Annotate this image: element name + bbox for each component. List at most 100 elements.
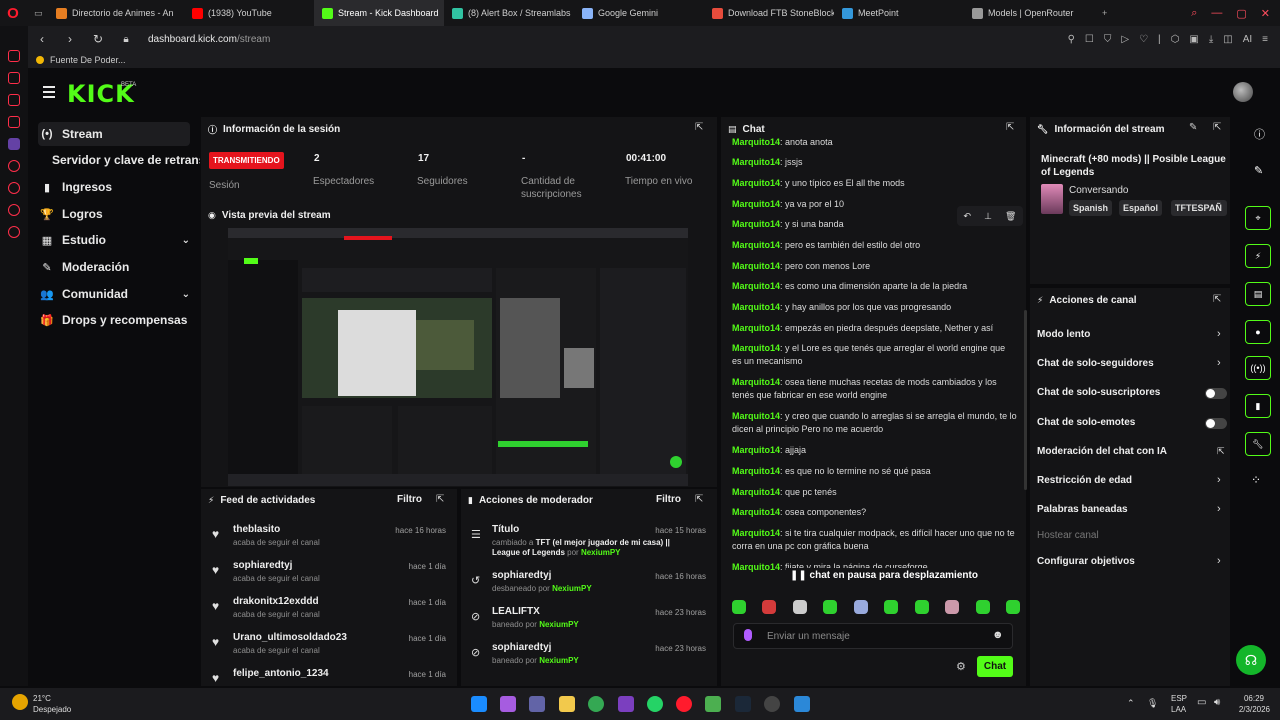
settings-icon[interactable] <box>8 226 20 238</box>
streaminfo-popout-icon[interactable]: ⇱ <box>1213 122 1221 133</box>
browser-tab[interactable]: ▭ <box>26 0 48 26</box>
chat-username[interactable]: Marquito14 <box>732 507 780 517</box>
weather-desc[interactable]: Despejado <box>33 705 71 714</box>
hamburger-menu-icon[interactable] <box>43 86 55 101</box>
chevron-right-icon[interactable]: › <box>1217 503 1221 515</box>
steam-icon[interactable] <box>735 696 751 712</box>
ai-label[interactable]: AI <box>1243 34 1252 45</box>
close-icon[interactable]: ✕ <box>1261 7 1270 20</box>
chat-username[interactable]: Marquito14 <box>732 487 780 497</box>
maximize-icon[interactable]: ▢ <box>1236 7 1246 20</box>
chat-username[interactable]: Marquito14 <box>732 411 780 421</box>
opera-logo-icon[interactable]: O <box>0 0 26 26</box>
info-icon[interactable]: ⓘ <box>1254 126 1265 142</box>
tools-button[interactable]: 🔧︎ <box>1245 432 1271 456</box>
browser-tab[interactable]: Stream - Kick Dashboard <box>314 0 444 26</box>
chat-username[interactable]: Marquito14 <box>732 343 780 353</box>
sidebar-item-revenue[interactable]: ▮ Ingresos <box>38 175 190 199</box>
browser-tab[interactable]: Download FTB StoneBlock <box>704 0 834 26</box>
chat-message[interactable]: Marquito14: osea tiene muchas recetas de… <box>732 376 1017 402</box>
emote-item[interactable] <box>1005 600 1020 614</box>
feed-username[interactable]: Urano_ultimosoldado23 <box>233 632 347 643</box>
feed-username[interactable]: drakonitx12exddd <box>233 596 319 607</box>
sidebar-item-community[interactable]: 👥 Comunidad ⌄ <box>38 282 190 306</box>
delete-icon[interactable]: 🗑︎ <box>1005 211 1016 222</box>
chat-username[interactable]: Marquito14 <box>732 178 780 188</box>
channel-action[interactable]: Chat de solo-seguidores <box>1037 358 1154 369</box>
search-icon[interactable]: ⌕ <box>1191 7 1197 20</box>
menu-icon[interactable]: ≡ <box>1262 34 1268 45</box>
chat-message[interactable]: Marquito14: es como una dimensión aparte… <box>732 280 1017 293</box>
messenger-icon[interactable] <box>8 50 20 62</box>
chat-message[interactable]: Marquito14: pero es también del estilo d… <box>732 239 1017 252</box>
chat-username[interactable]: Marquito14 <box>732 199 780 209</box>
chat-username[interactable]: Marquito14 <box>732 466 780 476</box>
pencil-icon[interactable]: ✎ <box>1254 164 1263 177</box>
chat-username[interactable]: Marquito14 <box>732 261 780 271</box>
app-icon[interactable] <box>794 696 810 712</box>
mod-action-title[interactable]: sophiaredtyj <box>492 570 551 581</box>
chat-message[interactable]: Marquito14: pero con menos Lore <box>732 260 1017 273</box>
chat-username[interactable]: Marquito14 <box>732 528 780 538</box>
shield-icon[interactable]: ⛉ <box>1104 34 1112 45</box>
bolt-button[interactable]: ⚡ <box>1245 244 1271 268</box>
whatsapp-icon[interactable] <box>647 696 663 712</box>
feed-popout-icon[interactable]: ⇱ <box>436 494 444 505</box>
language-code[interactable]: ESP <box>1171 694 1187 703</box>
popout-icon[interactable]: ⇱ <box>695 122 703 133</box>
chat-message[interactable]: Marquito14: y creo que cuando lo arregla… <box>732 410 1017 436</box>
sidebar-item-stream[interactable]: (•) Stream <box>38 122 190 146</box>
camera-button[interactable]: ⌖ <box>1245 206 1271 230</box>
chat-username[interactable]: Marquito14 <box>732 138 780 147</box>
play-icon[interactable]: ▷ <box>1121 34 1129 45</box>
chat-message[interactable]: Marquito14: y hay anillos por los que va… <box>732 301 1017 314</box>
mic-tray-icon[interactable]: 🎙︎ <box>1147 698 1158 709</box>
moderation-button[interactable]: ▮ <box>1245 394 1271 418</box>
emote-item[interactable] <box>853 600 868 614</box>
channel-popout-icon[interactable]: ⇱ <box>1213 294 1221 305</box>
emote-item[interactable] <box>762 600 777 614</box>
edit-icon[interactable]: ✎ <box>1189 122 1197 133</box>
back-icon[interactable]: ‹ <box>34 32 50 46</box>
channel-action[interactable]: Palabras baneadas <box>1037 504 1128 515</box>
chat-message[interactable]: Marquito14: es que no lo termine no sé q… <box>732 465 1017 478</box>
modactions-popout-icon[interactable]: ⇱ <box>695 494 703 505</box>
browser-tab[interactable]: (8) Alert Box / Streamlabs <box>444 0 574 26</box>
gear-icon[interactable]: ⚙ <box>956 660 966 673</box>
sidebar-item-achievements[interactable]: 🏆 Logros <box>38 202 190 226</box>
chat-username[interactable]: Marquito14 <box>732 219 780 229</box>
new-tab-button[interactable]: + <box>1094 0 1115 26</box>
stream-tag[interactable]: Spanish <box>1069 200 1113 216</box>
feed-username[interactable]: sophiaredtyj <box>233 560 292 571</box>
chevron-right-icon[interactable]: › <box>1217 328 1221 340</box>
broadcast-button[interactable]: ((•)) <box>1245 356 1271 380</box>
snapshot-icon[interactable]: ◫ <box>1223 34 1232 45</box>
support-icon[interactable]: ☊ <box>1236 645 1266 675</box>
twitch-icon[interactable] <box>8 138 20 150</box>
bookmark-item[interactable]: Fuente De Poder... <box>50 55 126 65</box>
emote-item[interactable] <box>975 600 990 614</box>
language-layout[interactable]: LAA <box>1171 705 1186 714</box>
instagram-icon[interactable] <box>8 72 20 84</box>
sidebar-item-studio[interactable]: ▦ Estudio ⌄ <box>38 228 190 252</box>
chrome-icon[interactable] <box>588 696 604 712</box>
chat-message[interactable]: Marquito14: osea componentes? <box>732 506 1017 519</box>
tray-chevron-icon[interactable]: ⌃ <box>1127 698 1135 709</box>
chat-message[interactable]: Marquito14: si te tira cualquier modpack… <box>732 527 1017 553</box>
clock-icon[interactable] <box>8 204 20 216</box>
chat-message[interactable]: Marquito14: ajjaja <box>732 444 1017 457</box>
record-icon[interactable] <box>8 160 20 172</box>
mod-action-title[interactable]: Título <box>492 524 519 535</box>
chat-username[interactable]: Marquito14 <box>732 377 780 387</box>
visual-studio-icon[interactable] <box>618 696 634 712</box>
emote-item[interactable] <box>792 600 807 614</box>
bookmark-icon[interactable]: ☐ <box>1085 34 1094 45</box>
channel-action[interactable]: Chat de solo-emotes <box>1037 417 1135 428</box>
sidebar-item-moderation[interactable]: ✎ Moderación <box>38 255 190 279</box>
mic-icon[interactable] <box>744 629 752 641</box>
mod-action-title[interactable]: sophiaredtyj <box>492 642 551 653</box>
wallet-icon[interactable]: ▣ <box>1189 34 1198 45</box>
chat-username[interactable]: Marquito14 <box>732 445 780 455</box>
feed-username[interactable]: felipe_antonio_1234 <box>233 668 329 679</box>
feed-filter-button[interactable]: Filtro <box>397 494 422 505</box>
